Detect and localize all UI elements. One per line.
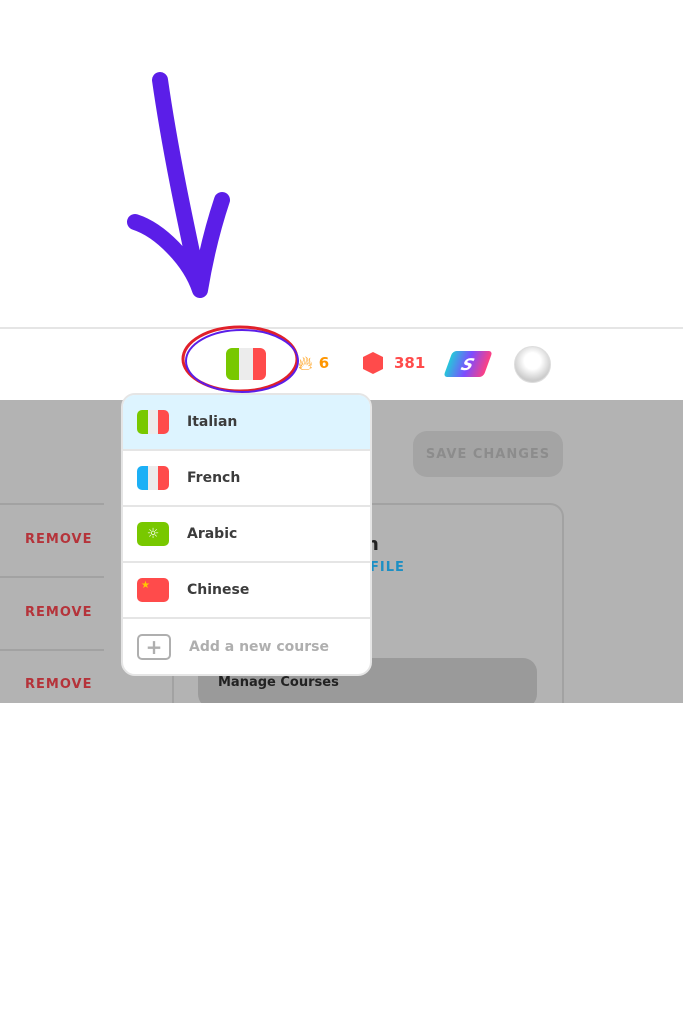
divider: [0, 576, 104, 578]
super-icon[interactable]: S: [443, 351, 493, 377]
view-profile-link[interactable]: FILE: [370, 560, 405, 575]
remove-button[interactable]: REMOVE: [25, 677, 92, 692]
save-changes-button[interactable]: SAVE CHANGES: [413, 431, 563, 477]
gem-icon: [363, 352, 383, 374]
arabic-flag-icon: ☼: [137, 522, 169, 546]
china-flag-icon: ★: [137, 578, 169, 602]
course-item-italian[interactable]: Italian: [123, 395, 370, 451]
course-item-arabic[interactable]: ☼ Arabic: [123, 507, 370, 563]
remove-button[interactable]: REMOVE: [25, 532, 92, 547]
top-nav: 🔥︎ 6 381 S: [0, 325, 683, 400]
remove-button[interactable]: REMOVE: [25, 605, 92, 620]
streak-counter[interactable]: 🔥︎ 6: [298, 351, 329, 375]
italy-flag-icon: [137, 410, 169, 434]
gems-counter[interactable]: 381: [362, 351, 425, 375]
annotation-circle-icon: [181, 325, 299, 393]
course-item-french[interactable]: French: [123, 451, 370, 507]
avatar[interactable]: [514, 346, 551, 383]
france-flag-icon: [137, 466, 169, 490]
divider: [0, 649, 104, 651]
plus-icon: +: [137, 634, 171, 660]
flame-icon: 🔥︎: [298, 351, 313, 375]
course-item-chinese[interactable]: ★ Chinese: [123, 563, 370, 619]
divider: [0, 503, 104, 505]
add-course-button[interactable]: + Add a new course: [123, 619, 370, 674]
course-dropdown: Italian French ☼ Arabic ★ Chinese + Add …: [121, 393, 372, 676]
